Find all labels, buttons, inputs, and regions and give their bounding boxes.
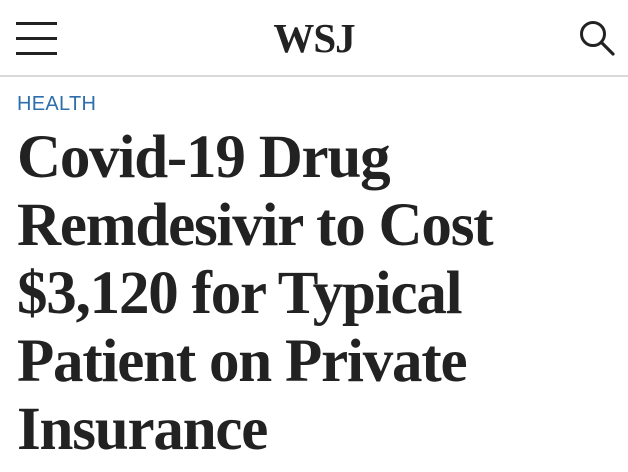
- search-button[interactable]: [578, 19, 616, 57]
- top-navigation-bar: WSJ: [0, 0, 628, 77]
- search-icon: [580, 21, 615, 56]
- article-headline: Covid-19 Drug Remdesivir to Cost $3,120 …: [17, 124, 494, 463]
- wsj-logo[interactable]: WSJ: [0, 14, 628, 62]
- section-label-health[interactable]: HEALTH: [17, 92, 96, 116]
